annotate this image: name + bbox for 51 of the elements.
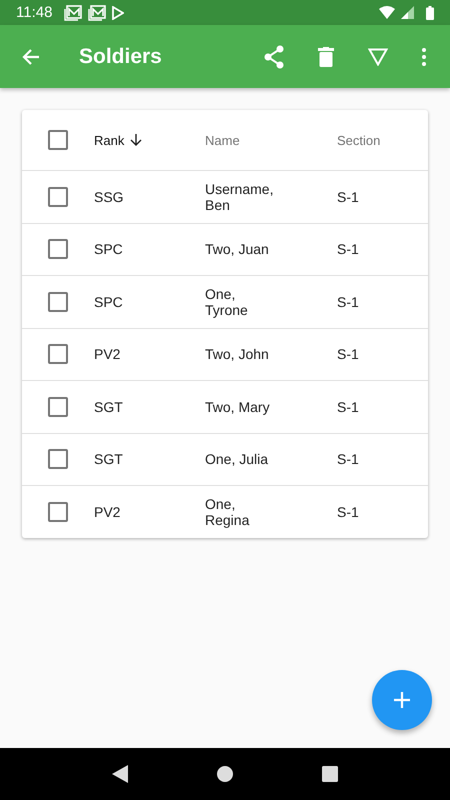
trash-icon bbox=[318, 46, 334, 66]
checkbox[interactable] bbox=[48, 186, 68, 207]
wifi-icon bbox=[379, 6, 395, 19]
column-header[interactable]: Section bbox=[337, 132, 380, 148]
checkbox[interactable] bbox=[48, 344, 68, 364]
recents-icon[interactable] bbox=[322, 766, 338, 782]
table-cell: SGT bbox=[94, 398, 123, 415]
sort-arrow-icon[interactable] bbox=[130, 134, 142, 146]
table-cell: S-1 bbox=[337, 504, 359, 520]
table-cell: S-1 bbox=[337, 294, 359, 310]
table-cell: Two, Mary bbox=[205, 398, 270, 415]
checkbox[interactable] bbox=[48, 130, 68, 150]
column-header[interactable]: Rank bbox=[94, 132, 124, 148]
add-button[interactable] bbox=[372, 670, 432, 730]
table-cell: SPC bbox=[94, 294, 123, 310]
back-icon[interactable] bbox=[112, 765, 128, 783]
table-cell: SSG bbox=[94, 188, 124, 205]
checkbox[interactable] bbox=[48, 292, 68, 312]
checkbox[interactable] bbox=[48, 239, 68, 260]
triangle-icon bbox=[368, 48, 388, 66]
table-cell: One, Julia bbox=[205, 451, 268, 468]
column-header[interactable]: Name bbox=[205, 132, 240, 148]
table-cell: S-1 bbox=[337, 188, 359, 205]
table-cell: S-1 bbox=[337, 451, 359, 468]
checkbox[interactable] bbox=[48, 502, 68, 522]
table-cell: PV2 bbox=[94, 504, 120, 520]
plus-icon bbox=[394, 692, 410, 708]
more-icon bbox=[422, 48, 426, 66]
table-cell: S-1 bbox=[337, 346, 359, 362]
signal-icon bbox=[401, 6, 414, 19]
table-cell: PV2 bbox=[94, 346, 120, 362]
mail-icon bbox=[88, 4, 106, 20]
arrow-left-icon bbox=[21, 46, 41, 66]
checkbox[interactable] bbox=[48, 396, 68, 417]
table-cell: SPC bbox=[94, 241, 123, 258]
screen-title: Soldiers bbox=[79, 44, 163, 68]
checkbox[interactable] bbox=[48, 449, 68, 470]
play-icon bbox=[112, 6, 124, 20]
clock: 11:48 bbox=[16, 4, 52, 21]
mail-icon bbox=[64, 4, 82, 20]
table-cell: SGT bbox=[94, 451, 123, 468]
table-cell: S-1 bbox=[337, 241, 359, 258]
table-cell: Two, John bbox=[205, 346, 269, 362]
home-icon[interactable] bbox=[216, 766, 233, 782]
share-icon bbox=[263, 44, 285, 68]
table-cell-text: One, Regina bbox=[205, 496, 250, 528]
table-cell-text: One, Tyrone bbox=[205, 286, 249, 318]
table-cell-text: Username, Ben bbox=[205, 180, 274, 213]
battery-icon bbox=[426, 6, 434, 20]
table-cell: Two, Juan bbox=[205, 241, 269, 258]
table-cell: S-1 bbox=[337, 398, 359, 415]
